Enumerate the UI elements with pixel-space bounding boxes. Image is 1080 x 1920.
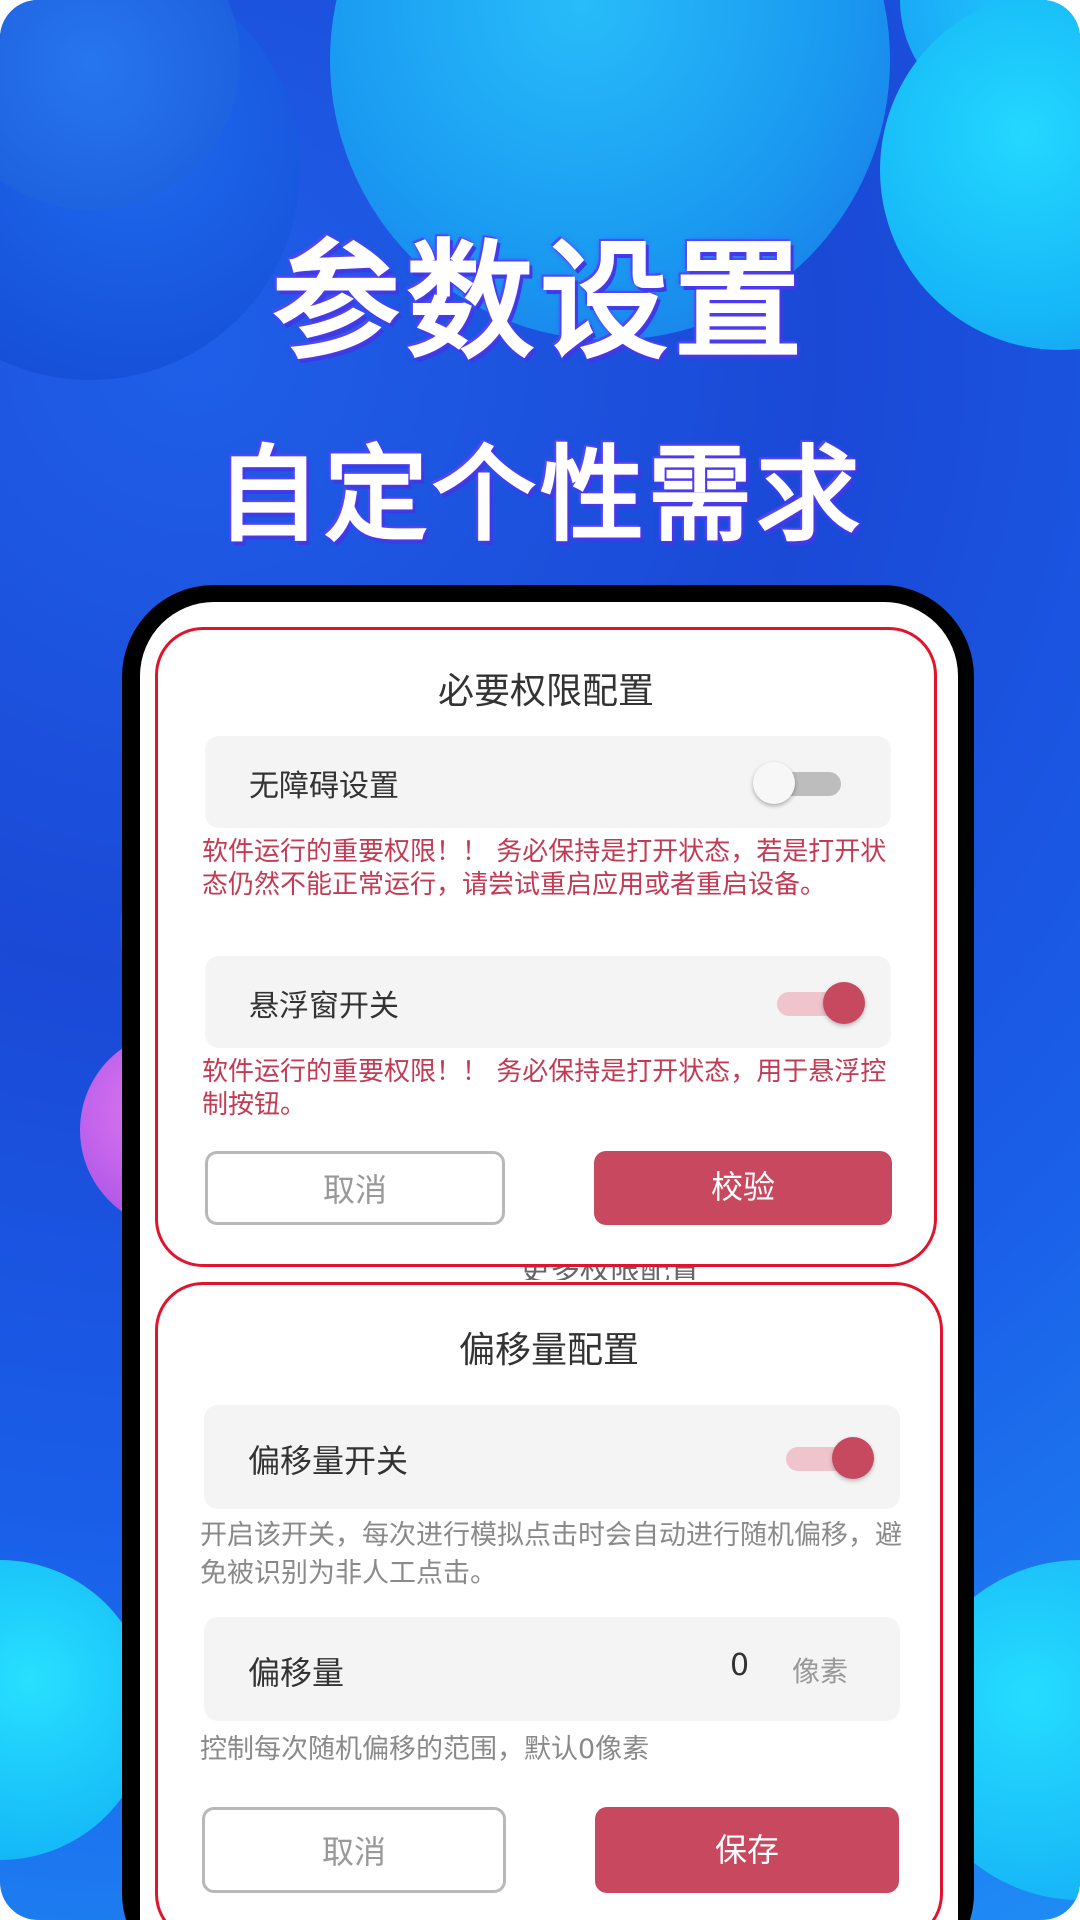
toggle-knob: [832, 1437, 874, 1479]
permission-config-card: 必要权限配置 无障碍设置 软件运行的重要权限！！ 务必保持是打开状态，若是打开状…: [155, 627, 937, 1267]
offset-amount-note: 控制每次随机偏移的范围，默认0像素: [200, 1734, 650, 1765]
offset-amount-label: 偏移量: [248, 1654, 345, 1692]
offset-amount-input[interactable]: 0: [730, 1648, 749, 1683]
floating-window-toggle[interactable]: [773, 980, 865, 1024]
offset-switch-row: 偏移量开关: [204, 1405, 900, 1509]
headline-title: 参数设置: [271, 228, 808, 377]
offset-config-card: 偏移量配置 偏移量开关 开启该开关，每次进行模拟点击时会自动进行随机偏移，避免被…: [155, 1282, 943, 1920]
headline-subtitle: 自定个性需求: [215, 434, 864, 556]
offset-switch-label: 偏移量开关: [248, 1442, 409, 1480]
offset-amount-row: 偏移量 0 像素: [204, 1617, 900, 1721]
offset-card-title: 偏移量配置: [458, 1330, 639, 1371]
accessibility-label: 无障碍设置: [249, 769, 399, 804]
save-button[interactable]: 保存: [595, 1807, 899, 1893]
accessibility-toggle[interactable]: [753, 760, 845, 804]
toggle-knob: [823, 982, 865, 1024]
verify-button[interactable]: 校验: [594, 1151, 892, 1225]
toggle-knob: [753, 762, 795, 804]
floating-window-warning: 软件运行的重要权限！！ 务必保持是打开状态，用于悬浮控制按钮。: [202, 1057, 887, 1120]
floating-window-label: 悬浮窗开关: [249, 989, 399, 1024]
accessibility-warning: 软件运行的重要权限！！ 务必保持是打开状态，若是打开状态仍然不能正常运行，请尝试…: [202, 837, 887, 900]
floating-window-row: 悬浮窗开关: [205, 956, 891, 1048]
permission-card-title: 必要权限配置: [437, 671, 654, 712]
promo-stage: 参数设置 自定个性需求 更多权限配置 必要权限配置 无障碍设置 软件运行的重要权…: [0, 0, 1080, 1920]
offset-unit-label: 像素: [792, 1655, 849, 1688]
offset-switch-note: 开启该开关，每次进行模拟点击时会自动进行随机偏移，避免被识别为非人工点击。: [200, 1520, 902, 1589]
cancel-button[interactable]: 取消: [205, 1151, 505, 1225]
cancel-button[interactable]: 取消: [202, 1807, 506, 1893]
offset-switch-toggle[interactable]: [782, 1435, 874, 1479]
accessibility-row: 无障碍设置: [205, 736, 891, 828]
